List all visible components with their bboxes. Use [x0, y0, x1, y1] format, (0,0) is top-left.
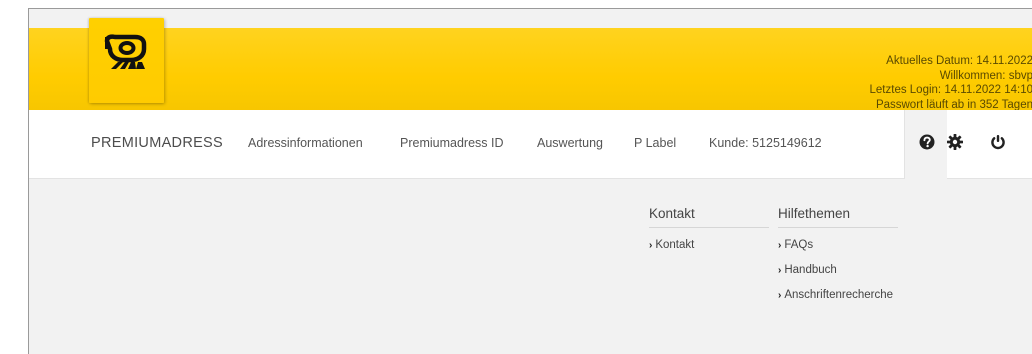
user-info: Aktuelles Datum: 14.11.2022 Willkommen: … [870, 54, 1032, 112]
contact-link-label: Kontakt [655, 239, 695, 251]
welcome-user: Willkommen: sbvp [939, 69, 1032, 82]
topics-heading: Hilfethemen [778, 206, 898, 228]
nav-item-adressinformationen[interactable]: Adressinformationen [248, 136, 363, 150]
nav-item-premiumadress-id[interactable]: Premiumadress ID [400, 136, 504, 150]
customer-number: Kunde: 5125149612 [709, 136, 822, 150]
anschriftenrecherche-link-label: Anschriftenrecherche [784, 289, 894, 301]
power-icon[interactable] [989, 133, 1007, 151]
deutsche-post-logo[interactable] [89, 18, 164, 103]
header-banner: Aktuelles Datum: 14.11.2022 Willkommen: … [29, 28, 1032, 112]
nav-item-p-label[interactable]: P Label [634, 136, 676, 150]
help-menu-contact-column: Kontakt › Kontakt [649, 206, 769, 253]
last-login: Letztes Login: 14.11.2022 14:10 [869, 84, 1032, 96]
posthorn-icon [104, 34, 147, 69]
nav-item-auswertung[interactable]: Auswertung [537, 136, 603, 150]
faqs-link-label: FAQs [784, 239, 814, 251]
anschriftenrecherche-link[interactable]: › Anschriftenrecherche [778, 289, 898, 303]
chevron-right-icon: › [649, 240, 653, 251]
help-icon[interactable] [918, 133, 936, 151]
handbuch-link[interactable]: › Handbuch [778, 264, 898, 278]
main-navigation: PREMIUMADRESS Adressinformationen Premiu… [29, 110, 1032, 179]
handbuch-link-label: Handbuch [784, 264, 837, 276]
help-menu-topics-column: Hilfethemen › FAQs › Handbuch › Anschriften… [778, 206, 898, 303]
contact-heading: Kontakt [649, 206, 769, 228]
contact-link[interactable]: › Kontakt [649, 239, 769, 253]
chevron-right-icon: › [778, 265, 782, 276]
current-date: Aktuelles Datum: 14.11.2022 [886, 55, 1032, 67]
gear-icon[interactable] [946, 133, 964, 151]
chevron-right-icon: › [778, 290, 782, 301]
chevron-right-icon: › [778, 240, 782, 251]
app-brand-title[interactable]: PREMIUMADRESS [91, 135, 223, 151]
app-window: Aktuelles Datum: 14.11.2022 Willkommen: … [28, 8, 1032, 354]
faqs-link[interactable]: › FAQs [778, 239, 898, 253]
